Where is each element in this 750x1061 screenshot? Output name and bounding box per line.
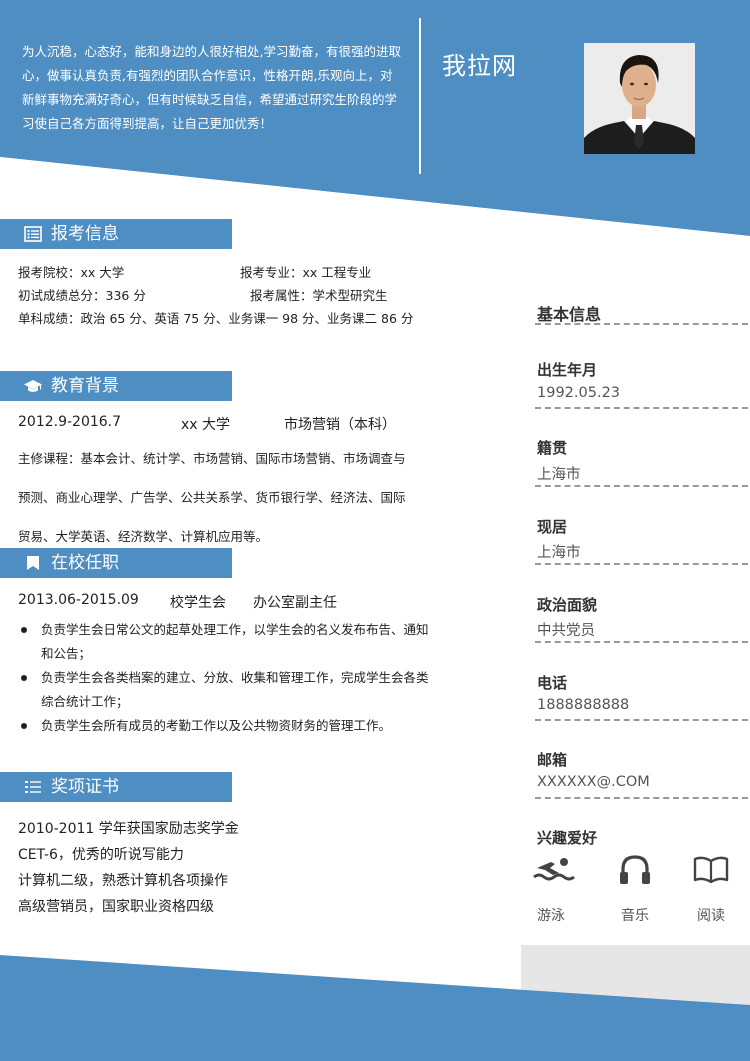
politics-label: 政治面貌 xyxy=(537,596,598,614)
section-header-exam: 报考信息 xyxy=(0,219,232,249)
basic-info-title: 基本信息 xyxy=(537,305,602,324)
award-item: 计算机二级，熟悉计算机各项操作 xyxy=(18,873,228,889)
exam-single-scores: 单科成绩：政治 65 分、英语 75 分、业务课一 98 分、业务课二 86 分 xyxy=(18,311,414,326)
section-header-awards: 奖项证书 xyxy=(0,772,232,802)
self-introduction: 为人沉稳，心态好，能和身边的人很好相处,学习勤奋，有很强的进取心，做事认真负责,… xyxy=(22,44,401,131)
divider xyxy=(535,323,748,325)
hobby-label-music: 音乐 xyxy=(621,908,649,924)
section-title: 报考信息 xyxy=(51,224,119,244)
book-icon xyxy=(693,856,729,884)
body-left-white xyxy=(0,236,521,945)
divider xyxy=(535,485,748,487)
phone-value: 1888888888 xyxy=(537,697,630,713)
education-major: 市场营销（本科） xyxy=(284,417,396,433)
section-title: 在校任职 xyxy=(51,553,119,573)
education-courses-line1: 主修课程：基本会计、统计学、市场营销、国际市场营销、市场调查与 xyxy=(18,451,406,466)
list-item: 负责学生会所有成员的考勤工作以及公共物资财务的管理工作。 xyxy=(18,714,430,738)
politics-value: 中共党员 xyxy=(537,623,595,639)
exam-total-score: 初试成绩总分：336 分 xyxy=(18,288,146,303)
education-courses-line3: 贸易、大学英语、经济数学、计算机应用等。 xyxy=(18,529,269,544)
education-courses-line2: 预测、商业心理学、广告学、公共关系学、货币银行学、经济法、国际 xyxy=(18,490,406,505)
graduation-cap-icon xyxy=(24,380,42,392)
divider xyxy=(535,797,748,799)
exam-major: 报考专业：xx 工程专业 xyxy=(240,265,372,280)
email-value: XXXXXX@.COM xyxy=(537,774,650,790)
education-school: xx 大学 xyxy=(181,417,231,433)
origin-label: 籍贯 xyxy=(537,439,568,457)
award-item: 2010-2011 学年获国家励志奖学金 xyxy=(18,821,239,837)
exam-attribute: 报考属性：学术型研究生 xyxy=(250,288,388,303)
birth-label: 出生年月 xyxy=(537,361,598,379)
divider xyxy=(535,563,748,565)
section-header-education: 教育背景 xyxy=(0,371,232,401)
hobby-label-reading: 阅读 xyxy=(697,908,725,924)
bookmark-icon xyxy=(27,556,39,570)
divider xyxy=(535,719,748,721)
divider xyxy=(535,407,748,409)
residence-label: 现居 xyxy=(537,518,568,536)
section-header-campus: 在校任职 xyxy=(0,548,232,578)
campus-duties-list: 负责学生会日常公文的起草处理工作，以学生会的名义发布布告、通知和公告； 负责学生… xyxy=(18,618,430,738)
candidate-name: 我拉网 xyxy=(442,52,517,80)
campus-role: 办公室副主任 xyxy=(253,595,337,611)
exam-school: 报考院校：xx 大学 xyxy=(18,265,125,280)
section-title: 奖项证书 xyxy=(51,777,119,797)
checklist-icon xyxy=(25,781,41,793)
award-item: 高级营销员，国家职业资格四级 xyxy=(18,899,214,915)
residence-value: 上海市 xyxy=(537,545,581,561)
section-title: 教育背景 xyxy=(51,376,119,396)
birth-value: 1992.05.23 xyxy=(537,385,621,401)
campus-organization: 校学生会 xyxy=(170,595,226,611)
header-divider xyxy=(419,18,421,174)
campus-period: 2013.06-2015.09 xyxy=(18,592,139,608)
list-item: 负责学生会各类档案的建立、分放、收集和管理工作，完成学生会各类综合统计工作； xyxy=(18,666,430,714)
profile-photo xyxy=(584,43,695,154)
hobby-label-swimming: 游泳 xyxy=(537,908,565,924)
email-label: 邮箱 xyxy=(537,751,568,769)
phone-label: 电话 xyxy=(537,674,568,692)
swimming-icon xyxy=(533,858,575,881)
award-item: CET-6，优秀的听说写能力 xyxy=(18,847,184,863)
list-card-icon xyxy=(24,226,42,242)
hobbies-label: 兴趣爱好 xyxy=(537,829,598,847)
headphones-icon xyxy=(620,855,650,884)
list-item: 负责学生会日常公文的起草处理工作，以学生会的名义发布布告、通知和公告； xyxy=(18,618,430,666)
divider xyxy=(535,641,748,643)
origin-value: 上海市 xyxy=(537,467,581,483)
education-period: 2012.9-2016.7 xyxy=(18,414,122,430)
